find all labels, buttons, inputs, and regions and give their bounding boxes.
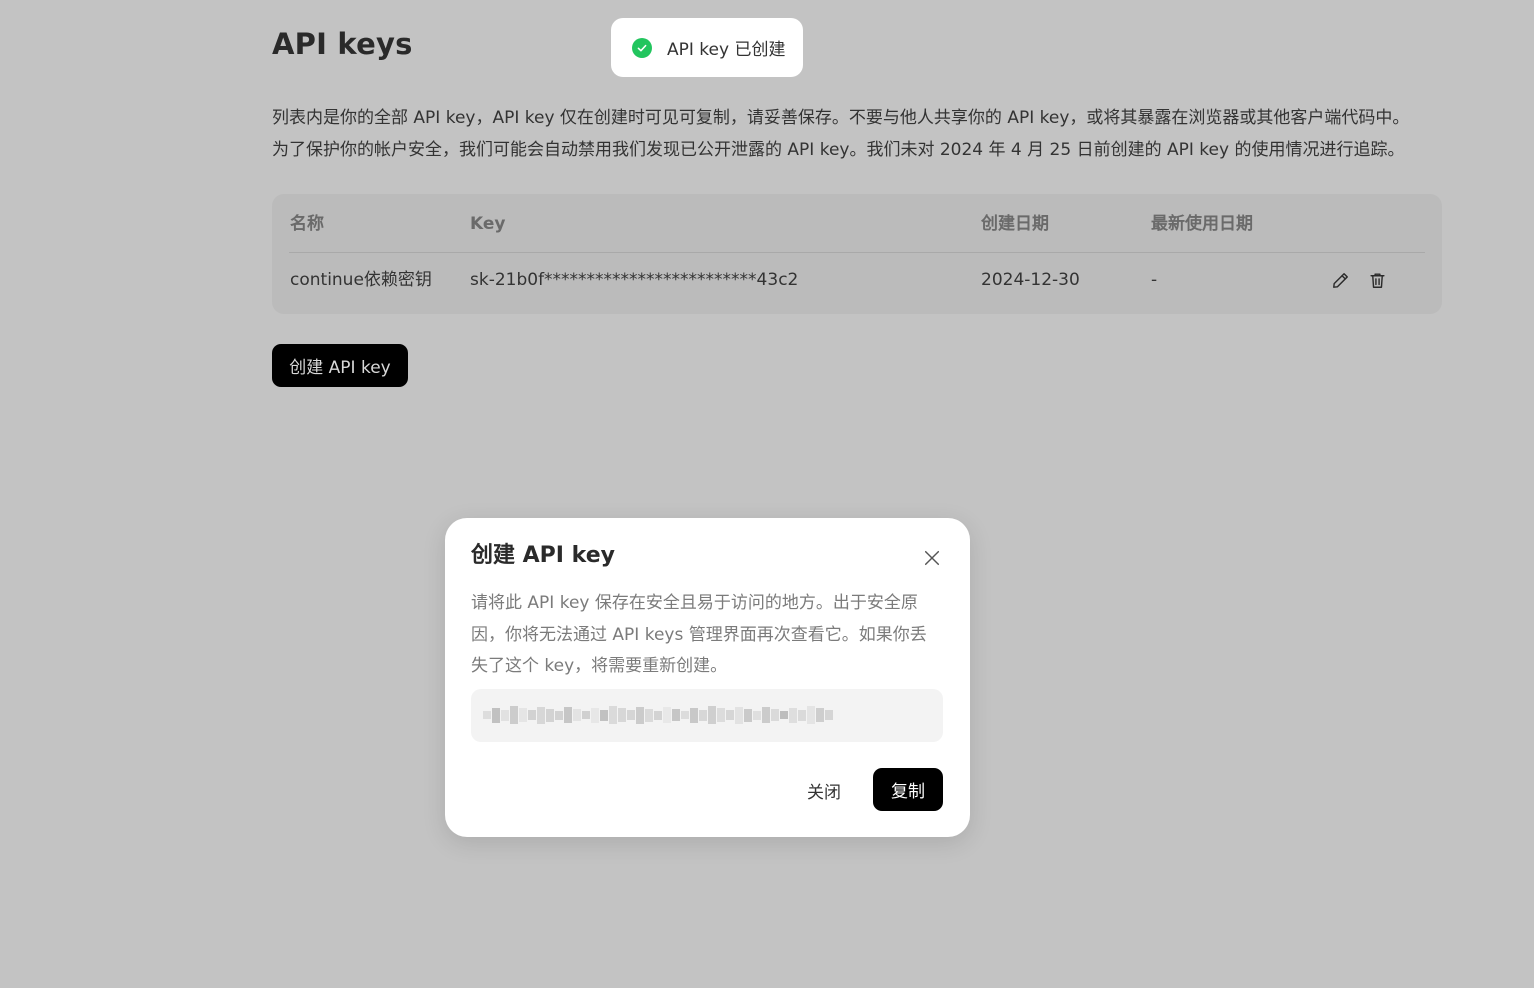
row-actions xyxy=(1330,270,1387,290)
key-name-cell: continue依赖密钥 xyxy=(290,270,432,290)
page-description: 列表内是你的全部 API key，API key 仅在创建时可见可复制，请妥善保… xyxy=(272,103,1452,166)
delete-key-button[interactable] xyxy=(1367,270,1387,290)
dialog-cancel-button[interactable]: 关闭 xyxy=(794,770,854,810)
copy-key-button[interactable]: 复制 xyxy=(873,768,943,811)
create-api-key-dialog: 创建 API key 请将此 API key 保存在安全且易于访问的地方。出于安… xyxy=(445,518,970,837)
dialog-description-line: 因，你将无法通过 API keys 管理界面再次查看它。如果你丢 xyxy=(471,624,927,645)
column-header-key: Key xyxy=(470,214,506,234)
api-keys-page: API keys 列表内是你的全部 API key，API key 仅在创建时可… xyxy=(0,0,1534,988)
new-key-input[interactable] xyxy=(471,689,943,742)
dialog-close-button[interactable] xyxy=(921,547,943,569)
api-keys-table: 名称 Key 创建日期 最新使用日期 continue依赖密钥 sk-21b0f… xyxy=(272,194,1442,314)
created-date-cell: 2024-12-30 xyxy=(981,270,1080,290)
pencil-icon xyxy=(1332,272,1348,288)
toast-message: API key 已创建 xyxy=(667,40,786,60)
column-header-last-used: 最新使用日期 xyxy=(1151,214,1253,234)
dialog-description-line: 失了这个 key，将需要重新创建。 xyxy=(471,656,728,676)
success-toast: API key 已创建 xyxy=(611,18,803,77)
new-key-field xyxy=(471,689,943,742)
key-value-cell: sk-21b0f*************************43c2 xyxy=(470,270,799,290)
page-description-line: 为了保护你的帐户安全，我们可能会自动禁用我们发现已公开泄露的 API key。我… xyxy=(272,139,1405,160)
edit-key-button[interactable] xyxy=(1330,270,1350,290)
page-description-line: 列表内是你的全部 API key，API key 仅在创建时可见可复制，请妥善保… xyxy=(272,108,1410,128)
last-used-date-cell: - xyxy=(1151,270,1158,290)
close-icon xyxy=(924,550,940,566)
trash-icon xyxy=(1369,272,1385,288)
create-api-key-button[interactable]: 创建 API key xyxy=(272,344,408,387)
check-circle-icon xyxy=(632,37,652,58)
column-header-created: 创建日期 xyxy=(981,214,1049,234)
dialog-title: 创建 API key xyxy=(471,543,615,568)
dialog-description: 请将此 API key 保存在安全且易于访问的地方。出于安全原 因，你将无法通过… xyxy=(471,588,951,683)
page-title: API keys xyxy=(272,27,413,61)
dialog-description-line: 请将此 API key 保存在安全且易于访问的地方。出于安全原 xyxy=(471,593,918,613)
table-header-divider xyxy=(289,252,1425,253)
column-header-name: 名称 xyxy=(290,214,324,234)
